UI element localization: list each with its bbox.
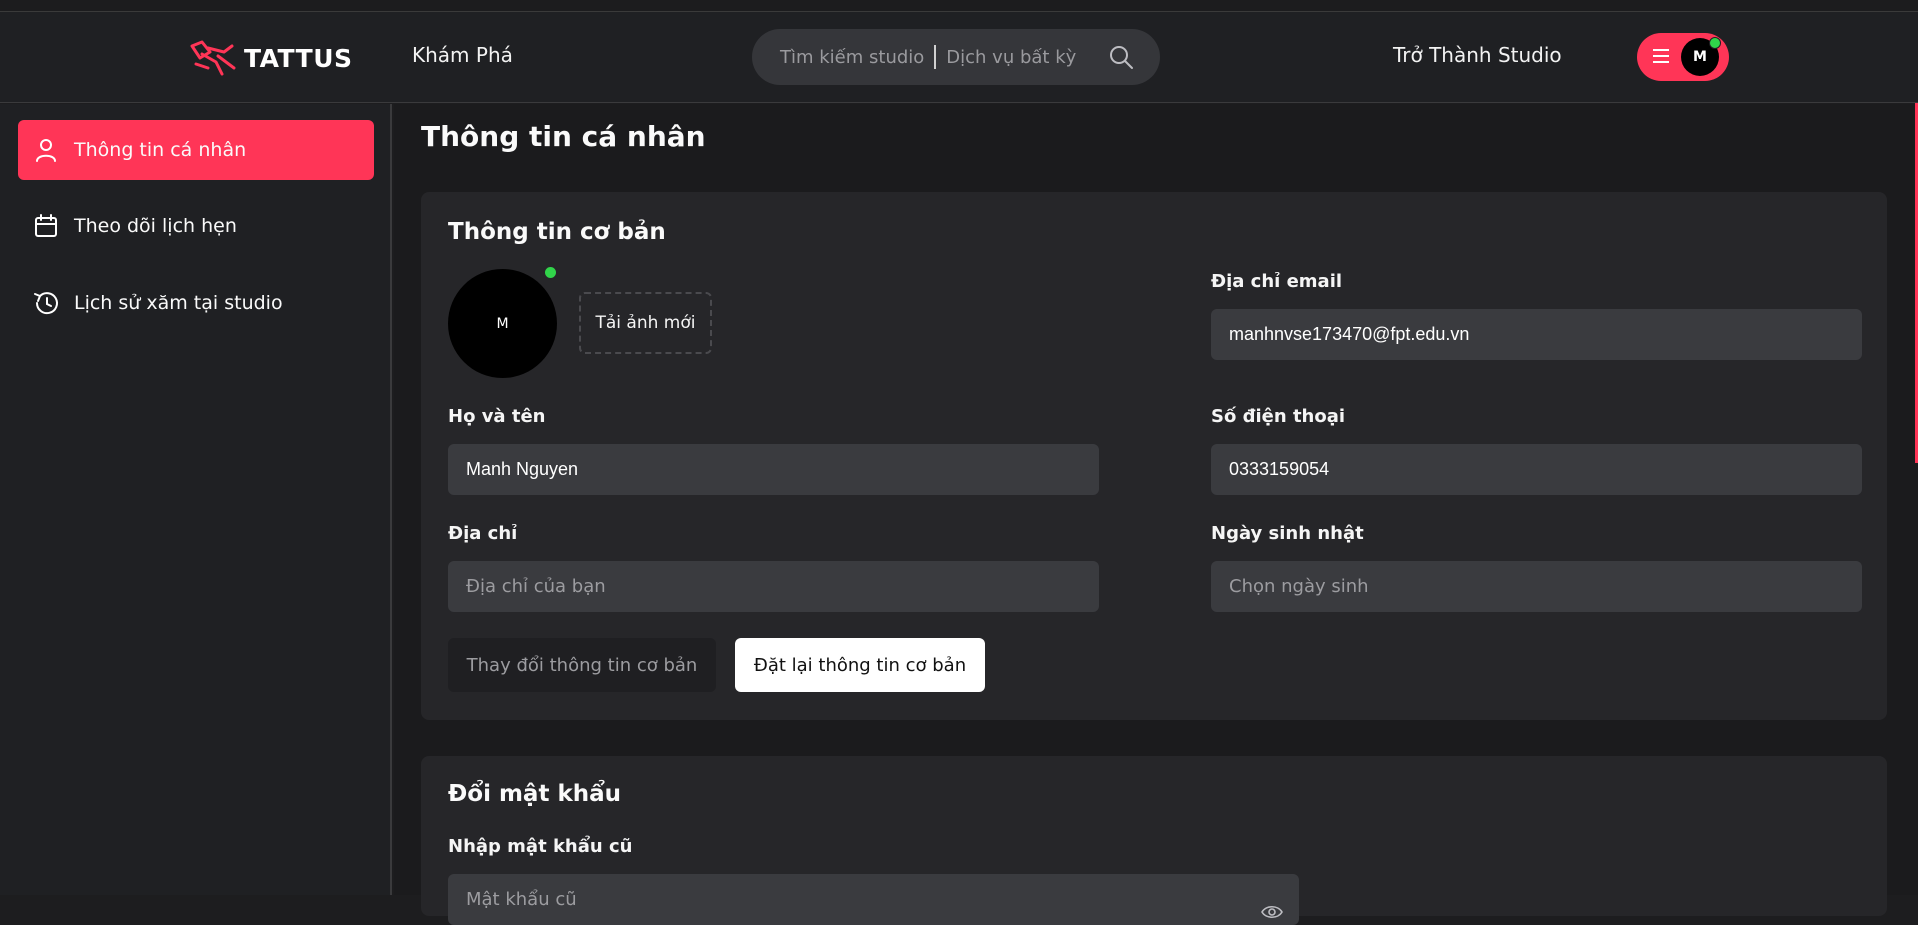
- page-title: Thông tin cá nhân: [421, 120, 706, 153]
- online-status-dot: [543, 265, 558, 280]
- birthday-field[interactable]: [1211, 561, 1862, 612]
- search-studio-field[interactable]: Tìm kiếm studio: [780, 47, 924, 68]
- history-icon: [34, 292, 58, 315]
- become-studio-link[interactable]: Trở Thành Studio: [1393, 43, 1562, 67]
- search-bar[interactable]: Tìm kiếm studio Dịch vụ bất kỳ: [752, 29, 1160, 85]
- phone-label: Số điện thoại: [1211, 406, 1346, 427]
- search-icon[interactable]: [1108, 44, 1134, 70]
- reset-info-button[interactable]: Đặt lại thông tin cơ bản: [735, 638, 985, 692]
- change-password-card: Đổi mật khẩu Nhập mật khẩu cũ: [421, 756, 1887, 925]
- window-top-edge: [0, 0, 1918, 12]
- change-password-title: Đổi mật khẩu: [448, 781, 622, 807]
- sidebar-item-label: Theo dõi lịch hẹn: [74, 215, 237, 237]
- hamburger-menu-icon: [1653, 49, 1671, 65]
- address-label: Địa chỉ: [448, 523, 518, 544]
- sidebar: Thông tin cá nhân Theo dõi lịch hẹn Lịch…: [0, 104, 392, 895]
- old-password-label: Nhập mật khẩu cũ: [448, 836, 633, 857]
- user-menu-button[interactable]: M: [1637, 33, 1729, 81]
- main-content: Thông tin cá nhân Thông tin cơ bản M Tải…: [394, 104, 1918, 925]
- name-field[interactable]: [448, 444, 1099, 495]
- logo-text: TATTUS: [244, 43, 353, 73]
- email-label: Địa chỉ email: [1211, 271, 1343, 292]
- tattoo-machine-logo-icon: [190, 40, 236, 76]
- change-info-button[interactable]: Thay đổi thông tin cơ bản: [448, 638, 716, 692]
- eye-icon[interactable]: [1260, 900, 1284, 924]
- birthday-label: Ngày sinh nhật: [1211, 523, 1364, 544]
- basic-info-title: Thông tin cơ bản: [448, 219, 666, 245]
- sidebar-item-appointments[interactable]: Theo dõi lịch hẹn: [18, 196, 374, 256]
- basic-info-card: Thông tin cơ bản M Tải ảnh mới Địa chỉ e…: [421, 192, 1887, 720]
- phone-field[interactable]: [1211, 444, 1862, 495]
- upload-photo-button[interactable]: Tải ảnh mới: [579, 292, 712, 354]
- sidebar-item-profile[interactable]: Thông tin cá nhân: [18, 120, 374, 180]
- old-password-field[interactable]: [448, 874, 1299, 925]
- search-service-field[interactable]: Dịch vụ bất kỳ: [946, 47, 1076, 68]
- name-label: Họ và tên: [448, 406, 546, 427]
- online-status-dot: [1709, 37, 1721, 49]
- email-field[interactable]: [1211, 309, 1862, 360]
- sidebar-item-history[interactable]: Lịch sử xăm tại studio: [18, 273, 374, 333]
- logo[interactable]: TATTUS: [188, 38, 353, 78]
- search-divider: [934, 45, 937, 69]
- nav-explore-link[interactable]: Khám Phá: [412, 43, 513, 67]
- address-field[interactable]: [448, 561, 1099, 612]
- sidebar-item-label: Thông tin cá nhân: [74, 139, 247, 161]
- calendar-icon: [35, 214, 57, 237]
- profile-avatar: M: [448, 269, 557, 378]
- sidebar-item-label: Lịch sử xăm tại studio: [74, 292, 283, 314]
- top-navbar: TATTUS Khám Phá Tìm kiếm studio Dịch vụ …: [0, 12, 1918, 103]
- user-icon: [36, 139, 56, 162]
